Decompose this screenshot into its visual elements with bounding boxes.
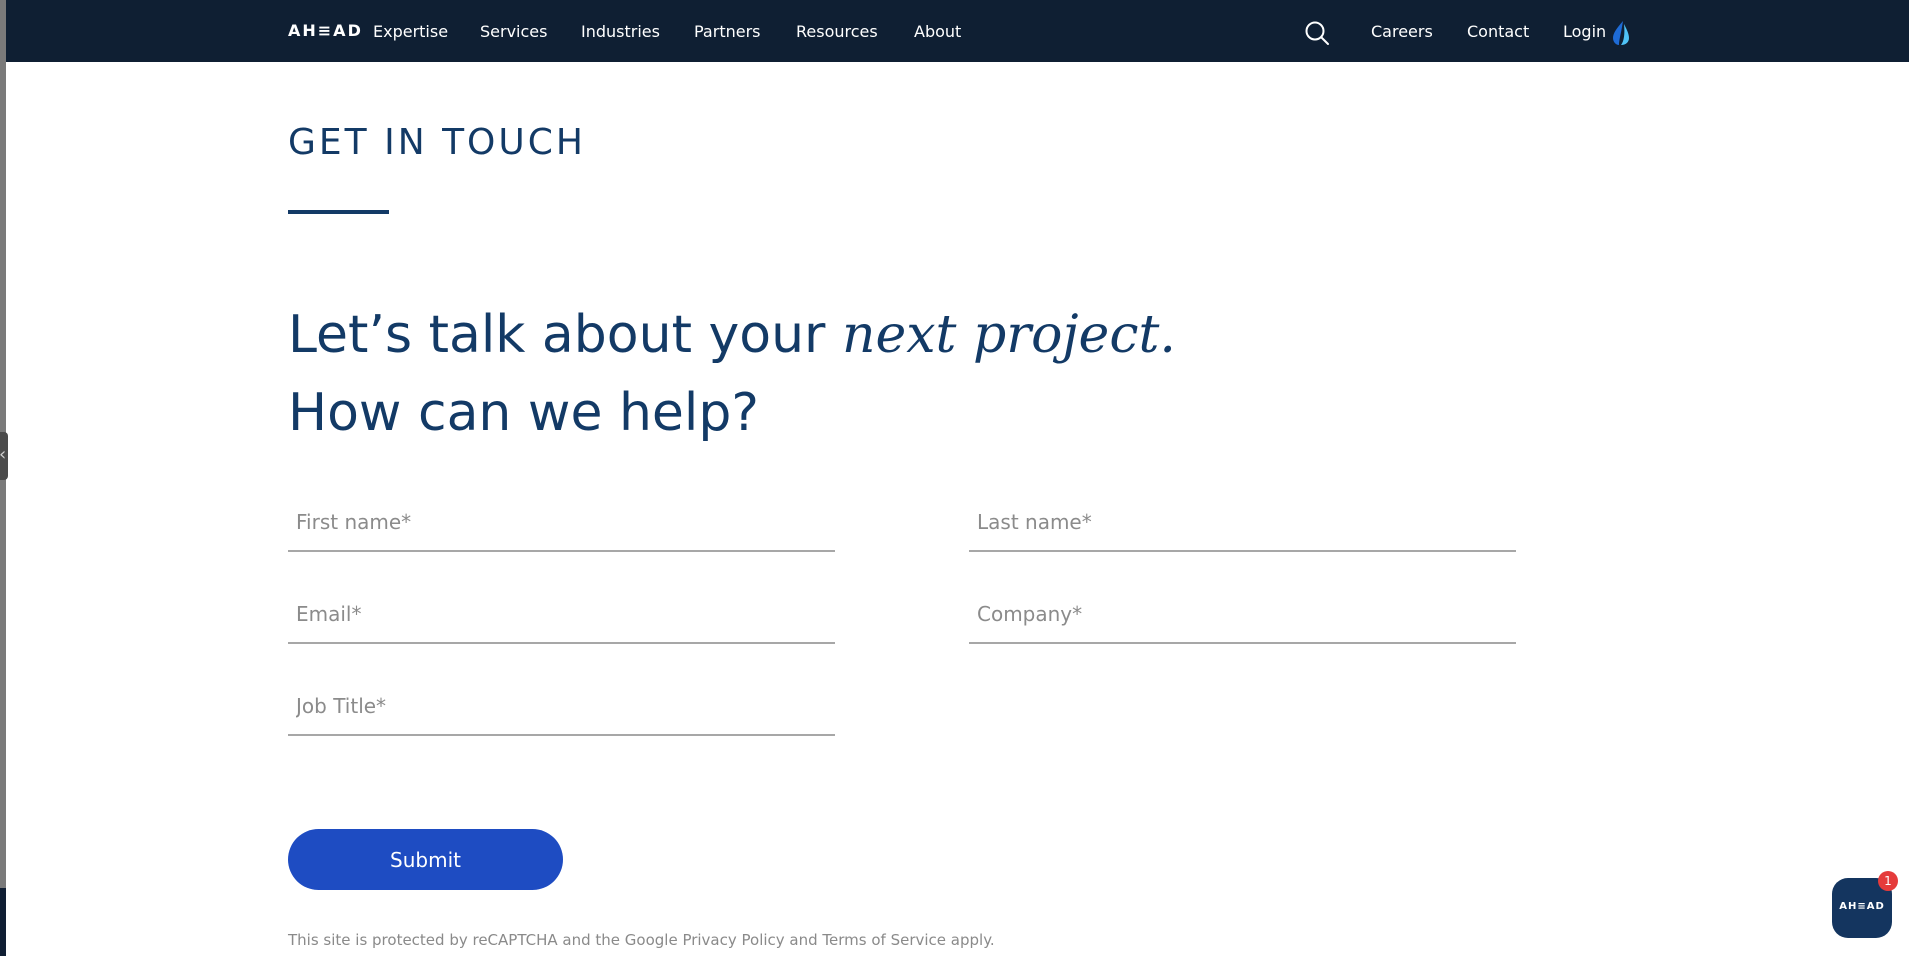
nav-about[interactable]: About [914, 22, 961, 42]
headline-line-2: How can we help? [288, 383, 759, 443]
first-name-input[interactable] [288, 494, 835, 550]
page-headline: Let’s talk about your next project. How … [288, 296, 1176, 452]
headline-line-1: Let’s talk about your [288, 305, 842, 365]
company-input[interactable] [969, 586, 1516, 642]
email-field-wrapper [288, 586, 835, 644]
job-title-field-wrapper [288, 678, 835, 736]
top-navigation-bar: AH≡AD Expertise Services Industries Part… [6, 0, 1909, 62]
nav-services[interactable]: Services [480, 22, 547, 42]
headline-italic: next project. [841, 305, 1176, 365]
eyebrow-underline [288, 210, 389, 214]
nav-expertise[interactable]: Expertise [373, 22, 448, 42]
job-title-input[interactable] [288, 678, 835, 734]
nav-resources[interactable]: Resources [796, 22, 878, 42]
email-input[interactable] [288, 586, 835, 642]
chat-widget-logo: AH≡AD [1839, 901, 1885, 912]
ahead-droplet-icon[interactable] [1611, 20, 1631, 46]
section-eyebrow: GET IN TOUCH [288, 122, 586, 163]
last-name-input[interactable] [969, 494, 1516, 550]
search-icon[interactable] [1304, 20, 1330, 46]
nav-partners[interactable]: Partners [694, 22, 760, 42]
side-panel-toggle[interactable]: ‹ [0, 432, 8, 480]
nav-login[interactable]: Login [1563, 22, 1606, 42]
submit-button[interactable]: Submit [288, 829, 563, 890]
chevron-left-icon: ‹ [0, 445, 6, 465]
ahead-logo[interactable]: AH≡AD [288, 21, 363, 40]
nav-careers[interactable]: Careers [1371, 22, 1433, 42]
first-name-field-wrapper [288, 494, 835, 552]
left-edge-strip-bottom [0, 888, 6, 956]
company-field-wrapper [969, 586, 1516, 644]
recaptcha-notice: This site is protected by reCAPTCHA and … [288, 931, 995, 949]
last-name-field-wrapper [969, 494, 1516, 552]
chat-notification-badge: 1 [1878, 871, 1898, 891]
nav-industries[interactable]: Industries [581, 22, 660, 42]
nav-contact[interactable]: Contact [1467, 22, 1529, 42]
